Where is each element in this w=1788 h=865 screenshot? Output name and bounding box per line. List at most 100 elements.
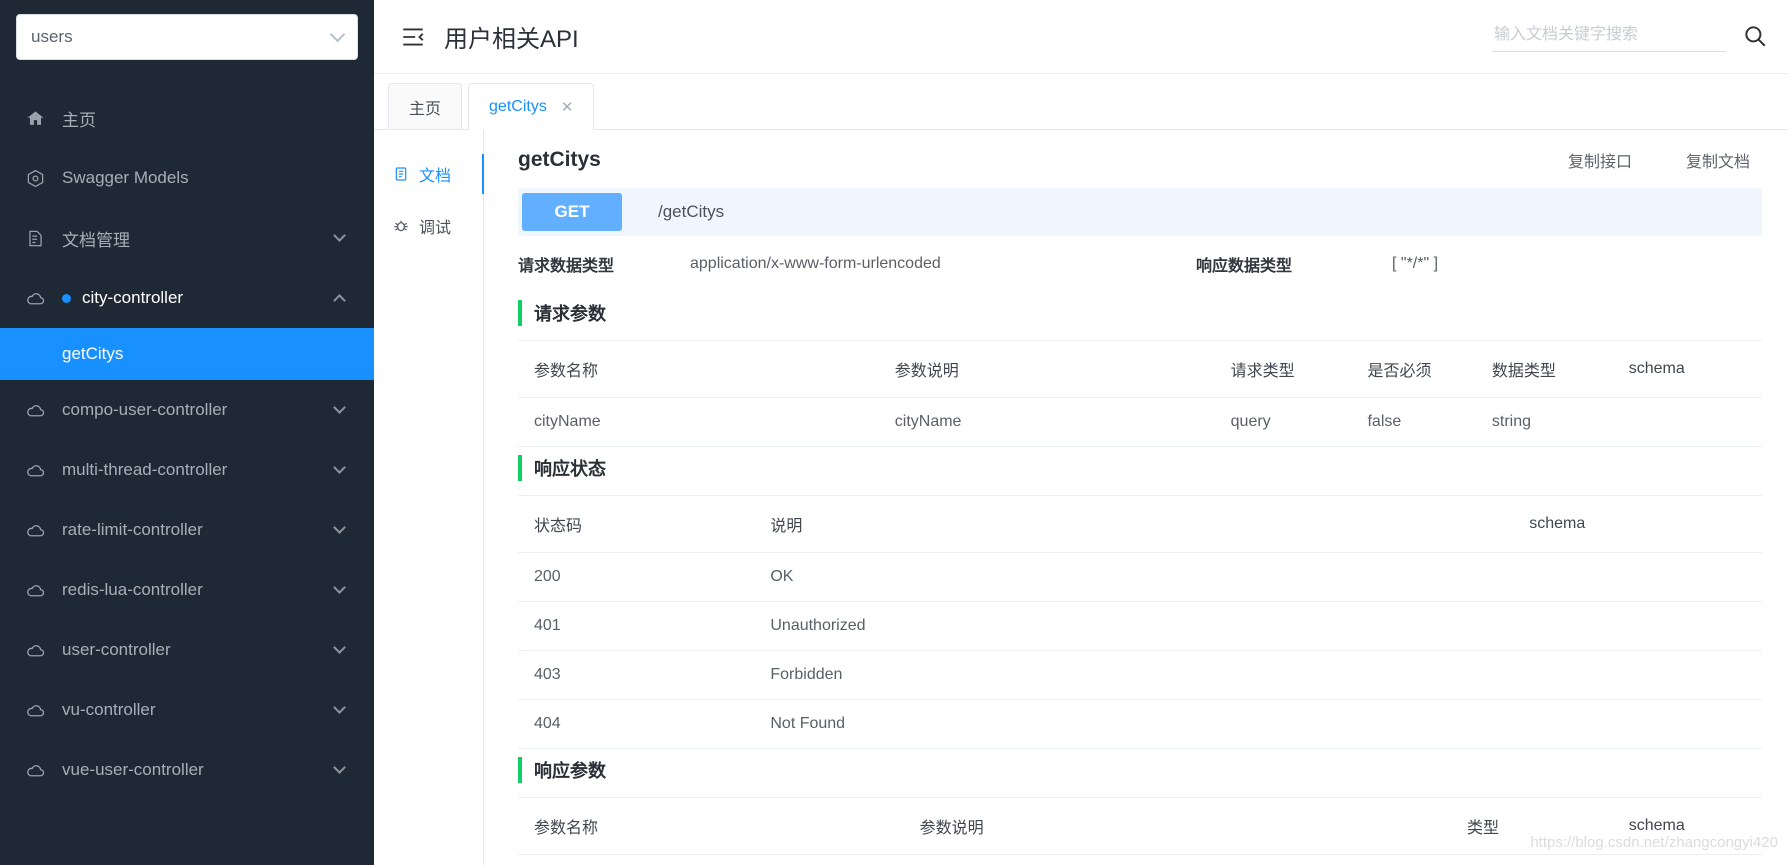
request-params-table: 参数名称 参数说明 请求类型 是否必须 数据类型 schema cityName… bbox=[518, 340, 1762, 447]
tab-document[interactable]: 文档 bbox=[374, 148, 484, 200]
sidebar-item-city-controller[interactable]: city-controller bbox=[0, 268, 374, 328]
col-param-name: 参数名称 bbox=[518, 340, 879, 398]
page-title: 用户相关API bbox=[444, 26, 579, 53]
sidebar-item-label: city-controller bbox=[82, 288, 184, 307]
sidebar-item-rate-limit-controller[interactable]: rate-limit-controller bbox=[0, 500, 374, 560]
table-header-row: 参数名称 参数说明 请求类型 是否必须 数据类型 schema bbox=[518, 340, 1762, 398]
model-icon bbox=[22, 169, 48, 188]
project-select-value: users bbox=[31, 27, 73, 46]
vtab-label: 文档 bbox=[419, 168, 452, 185]
search-box bbox=[1492, 21, 1768, 52]
cell-param-schema bbox=[1612, 397, 1762, 447]
col-resp-param-type: 类型 bbox=[1450, 797, 1613, 855]
cell-status-desc: Forbidden bbox=[754, 650, 1514, 700]
tab-label: getCitys bbox=[489, 97, 547, 115]
home-icon bbox=[22, 109, 48, 128]
api-detail-panel: getCitys 复制接口 复制文档 GET /getCitys 请求数据类型 … bbox=[484, 130, 1788, 865]
project-select[interactable]: users bbox=[16, 14, 358, 60]
sidebar-item-user-controller[interactable]: user-controller bbox=[0, 620, 374, 680]
response-status-title: 响应状态 bbox=[518, 455, 1762, 481]
sidebar-item-vue-user-controller[interactable]: vue-user-controller bbox=[0, 740, 374, 800]
sidebar-item-label: rate-limit-controller bbox=[62, 520, 203, 539]
table-row: 403 Forbidden bbox=[518, 650, 1762, 700]
chevron-down-icon bbox=[333, 401, 346, 414]
col-resp-param-name: 参数名称 bbox=[518, 797, 904, 855]
col-resp-param-desc: 参数说明 bbox=[903, 797, 1451, 855]
table-header-row: 参数名称 参数说明 类型 schema bbox=[518, 797, 1762, 855]
chevron-down-icon bbox=[329, 26, 346, 42]
cell-status-code: 404 bbox=[518, 699, 755, 749]
sidebar-item-label: multi-thread-controller bbox=[62, 460, 228, 479]
vtab-label: 调试 bbox=[419, 220, 452, 237]
api-url-bar: GET /getCitys bbox=[518, 188, 1762, 236]
cell-status-schema bbox=[1513, 650, 1762, 700]
col-param-schema: schema bbox=[1612, 340, 1762, 398]
table-row: 401 Unauthorized bbox=[518, 601, 1762, 651]
sidebar-item-label: 主页 bbox=[62, 110, 96, 130]
sidebar-item-label: vue-user-controller bbox=[62, 760, 204, 779]
chevron-up-icon bbox=[333, 293, 346, 307]
col-param-desc: 参数说明 bbox=[878, 340, 1215, 398]
sidebar-item-label: user-controller bbox=[62, 640, 171, 659]
content-area: 文档 调试 getCitys 复制接口 复制文档 GET /getCitys 请… bbox=[374, 130, 1788, 865]
cloud-icon bbox=[22, 700, 48, 721]
table-row: cityName cityName query false string bbox=[518, 397, 1762, 447]
vertical-tabs: 文档 调试 bbox=[374, 130, 484, 865]
app-root: users 主页 Swagger Models 文档管理 city-contro… bbox=[0, 0, 1788, 865]
sidebar-item-label: compo-user-controller bbox=[62, 400, 228, 419]
menu-collapse-icon[interactable] bbox=[400, 24, 426, 50]
copy-document-button[interactable]: 复制文档 bbox=[1686, 148, 1750, 172]
cell-param-name: cityName bbox=[518, 397, 879, 447]
col-param-in: 请求类型 bbox=[1214, 340, 1352, 398]
chevron-down-icon bbox=[333, 521, 346, 534]
request-type-label: 请求数据类型 bbox=[518, 258, 615, 275]
response-params-title: 响应参数 bbox=[518, 757, 1762, 783]
chevron-down-icon bbox=[333, 641, 346, 654]
tab-debug[interactable]: 调试 bbox=[374, 200, 483, 252]
cell-status-code: 401 bbox=[518, 601, 755, 651]
cell-status-desc: Unauthorized bbox=[754, 601, 1514, 651]
sidebar-subitem-label: getCitys bbox=[62, 344, 124, 363]
cell-param-type: string bbox=[1475, 397, 1613, 447]
cell-param-in[interactable]: query bbox=[1214, 397, 1352, 447]
sidebar-item-compo-user-controller[interactable]: compo-user-controller bbox=[0, 380, 374, 440]
copy-interface-button[interactable]: 复制接口 bbox=[1568, 148, 1632, 172]
api-name: getCitys bbox=[518, 148, 601, 171]
table-header-row: 状态码 说明 schema bbox=[518, 495, 1762, 553]
top-bar: 用户相关API bbox=[374, 0, 1788, 74]
search-icon[interactable] bbox=[1742, 23, 1768, 49]
sidebar-item-getcitys[interactable]: getCitys bbox=[0, 328, 374, 380]
close-icon[interactable]: ✕ bbox=[561, 98, 574, 116]
chevron-down-icon bbox=[333, 229, 346, 242]
cell-status-schema bbox=[1513, 552, 1762, 602]
tab-label: 主页 bbox=[409, 100, 442, 118]
request-params-title: 请求参数 bbox=[518, 300, 1762, 326]
cell-param-desc: cityName bbox=[878, 397, 1215, 447]
cell-param-required: false bbox=[1351, 397, 1476, 447]
sidebar: users 主页 Swagger Models 文档管理 city-contro… bbox=[0, 0, 374, 865]
cell-status-code: 200 bbox=[518, 552, 755, 602]
cloud-icon bbox=[22, 760, 48, 781]
sidebar-item-home[interactable]: 主页 bbox=[0, 88, 374, 148]
sidebar-menu: 主页 Swagger Models 文档管理 city-controller g… bbox=[0, 88, 374, 800]
debug-bug-icon bbox=[392, 218, 410, 234]
cell-status-schema bbox=[1513, 601, 1762, 651]
sidebar-item-label: Swagger Models bbox=[62, 168, 189, 187]
sidebar-item-vu-controller[interactable]: vu-controller bbox=[0, 680, 374, 740]
doc-manage-icon bbox=[22, 229, 48, 248]
sidebar-item-redis-lua-controller[interactable]: redis-lua-controller bbox=[0, 560, 374, 620]
search-input[interactable] bbox=[1492, 21, 1726, 52]
table-row: 200 OK bbox=[518, 552, 1762, 602]
cloud-icon bbox=[22, 640, 48, 661]
sidebar-item-doc-manage[interactable]: 文档管理 bbox=[0, 208, 374, 268]
sidebar-item-swagger-models[interactable]: Swagger Models bbox=[0, 148, 374, 208]
sidebar-item-multi-thread-controller[interactable]: multi-thread-controller bbox=[0, 440, 374, 500]
tab-home[interactable]: 主页 bbox=[388, 83, 463, 129]
project-select-wrapper: users bbox=[0, 0, 374, 60]
cell-status-desc: OK bbox=[754, 552, 1514, 602]
cloud-icon bbox=[22, 400, 48, 421]
col-param-required: 是否必须 bbox=[1351, 340, 1476, 398]
tab-getcitys[interactable]: getCitys ✕ bbox=[468, 83, 595, 130]
chevron-down-icon bbox=[333, 461, 346, 474]
cell-status-code: 403 bbox=[518, 650, 755, 700]
